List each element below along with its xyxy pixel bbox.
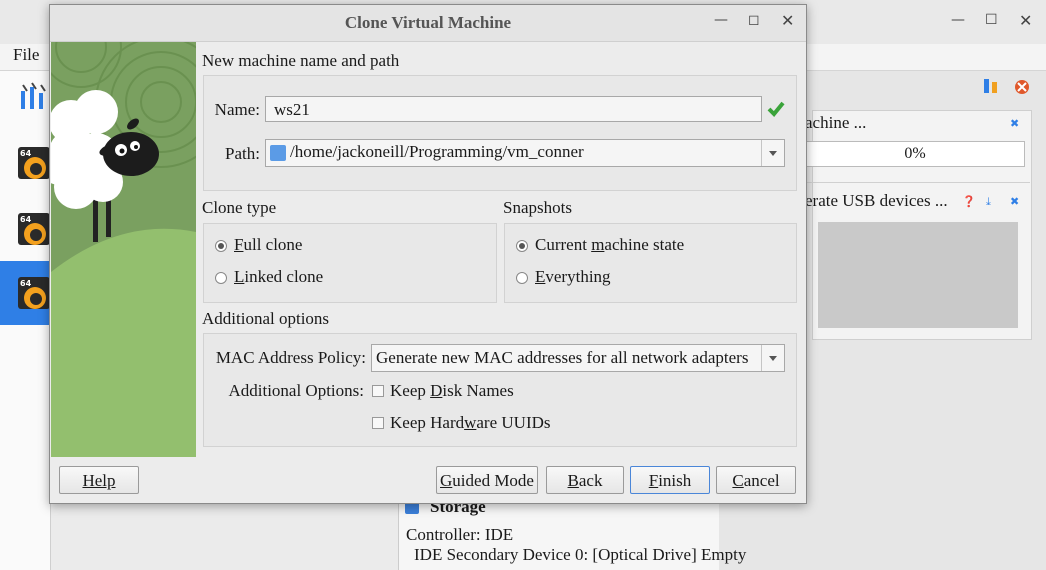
vm-list-item[interactable]: 64 xyxy=(0,131,50,195)
close-notification-icon[interactable]: ✖ xyxy=(1010,195,1019,208)
dropdown-arrow-icon[interactable] xyxy=(761,140,784,166)
vm-os-icon: 64 xyxy=(18,213,50,245)
full-clone-radio[interactable] xyxy=(215,240,227,252)
dropdown-arrow-icon[interactable] xyxy=(761,345,784,371)
menu-file[interactable]: File xyxy=(13,44,39,70)
tools-icon[interactable] xyxy=(18,81,50,113)
minimize-icon[interactable]: — xyxy=(714,12,728,28)
everything-radio[interactable] xyxy=(516,272,528,284)
path-label: Path: xyxy=(225,144,260,163)
current-state-radio[interactable] xyxy=(516,240,528,252)
folder-icon xyxy=(270,145,286,161)
vm-list-sidebar: 64 64 64 xyxy=(0,71,51,570)
vm-os-icon: 64 xyxy=(18,277,50,309)
main-close-icon[interactable]: ✕ xyxy=(1019,11,1032,30)
name-path-section-title: New machine name and path xyxy=(202,51,400,70)
usb-notification-label: erate USB devices ... xyxy=(805,191,948,210)
clear-notifications-icon[interactable] xyxy=(1013,78,1031,96)
linked-clone-label[interactable]: Linked clone xyxy=(234,267,323,287)
close-notification-icon[interactable]: ✖ xyxy=(1010,117,1019,130)
guided-mode-button[interactable]: Guided Mode xyxy=(436,466,538,494)
close-icon[interactable]: ✕ xyxy=(781,11,794,30)
keep-disk-names-label[interactable]: Keep Disk Names xyxy=(390,381,514,401)
additional-options-label: Additional Options: xyxy=(228,381,364,400)
clone-progress-bar: 0% xyxy=(805,141,1025,167)
mac-policy-select[interactable]: Generate new MAC addresses for all netwo… xyxy=(371,344,785,372)
name-input[interactable]: ws21 xyxy=(265,96,762,122)
finish-button[interactable]: Finish xyxy=(630,466,710,494)
menu-file-label: File xyxy=(13,45,40,64)
snapshots-title: Snapshots xyxy=(503,198,572,217)
full-clone-label[interactable]: Full clone xyxy=(234,235,302,255)
path-combobox[interactable]: /home/jackoneill/Programming/vm_conner xyxy=(265,139,785,167)
keep-hw-uuids-checkbox[interactable] xyxy=(372,417,384,429)
main-minimize-icon[interactable]: — xyxy=(951,12,965,28)
clone-progress-label: achine ... xyxy=(805,113,867,132)
maximize-icon[interactable]: ◻ xyxy=(748,12,760,28)
vm-os-icon: 64 xyxy=(18,147,50,179)
storage-ide-device: IDE Secondary Device 0: [Optical Drive] … xyxy=(414,545,747,564)
linked-clone-radio[interactable] xyxy=(215,272,227,284)
additional-options-title: Additional options xyxy=(202,309,330,328)
keep-hw-uuids-label[interactable]: Keep Hardware UUIDs xyxy=(390,413,551,433)
notification-placeholder xyxy=(818,222,1018,328)
sheep-illustration xyxy=(51,42,196,457)
keep-disk-names-checkbox[interactable] xyxy=(372,385,384,397)
storage-controller: Controller: IDE xyxy=(406,525,514,544)
vm-list-item[interactable]: 64 xyxy=(0,197,50,261)
sort-icon[interactable] xyxy=(982,78,1000,96)
help-button[interactable]: Help xyxy=(59,466,139,494)
mac-policy-label: MAC Address Policy: xyxy=(215,348,366,367)
help-icon[interactable]: ❓ xyxy=(962,195,976,208)
path-value: /home/jackoneill/Programming/vm_conner xyxy=(290,142,584,161)
clone-vm-dialog: Clone Virtual Machine — ◻ ✕ New machine … xyxy=(49,4,807,504)
main-maximize-icon[interactable]: ☐ xyxy=(985,12,998,28)
back-button[interactable]: Back xyxy=(546,466,624,494)
name-path-group xyxy=(203,75,797,191)
name-label: Name: xyxy=(214,100,260,119)
mac-policy-value: Generate new MAC addresses for all netwo… xyxy=(376,348,749,367)
cancel-button[interactable]: Cancel xyxy=(716,466,796,494)
dialog-title: Clone Virtual Machine xyxy=(344,13,512,32)
checkmark-icon xyxy=(767,100,785,118)
divider xyxy=(805,182,1030,183)
current-state-label[interactable]: Current machine state xyxy=(535,235,684,255)
everything-label[interactable]: Everything xyxy=(535,267,611,287)
vm-list-item-selected[interactable]: 64 xyxy=(0,261,50,325)
minimize-notification-icon[interactable]: ⤓ xyxy=(986,195,991,209)
clone-type-title: Clone type xyxy=(202,198,277,217)
